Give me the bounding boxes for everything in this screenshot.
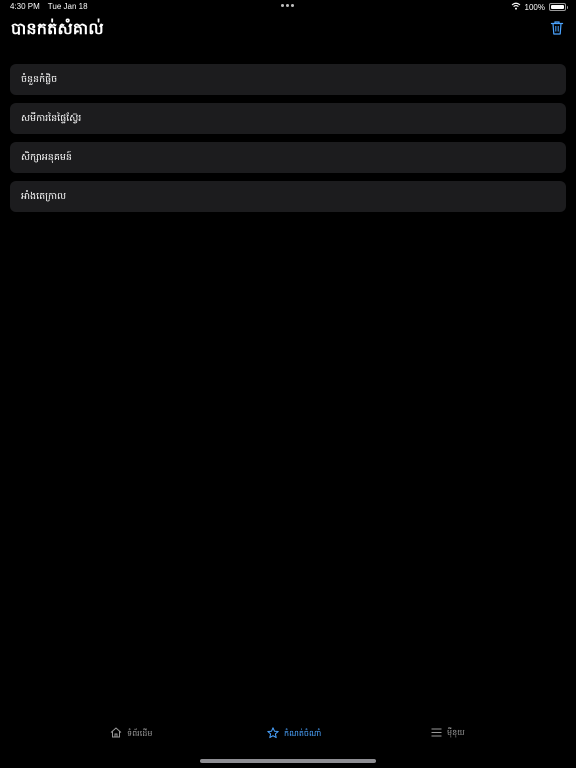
- status-bar: 4:30 PM Tue Jan 18 100%: [0, 0, 576, 14]
- home-indicator[interactable]: [200, 759, 376, 763]
- tab-menu[interactable]: ម៉ឺនុយ: [431, 727, 465, 739]
- tab-menu-label: ម៉ឺនុយ: [447, 728, 465, 737]
- multitasking-dots[interactable]: [281, 4, 294, 7]
- tab-bar: ទំព័រដើម កំណត់ចំណាំ ម៉ឺនុយ: [0, 718, 576, 768]
- battery-icon: [549, 3, 568, 11]
- dot: [281, 4, 284, 7]
- status-date: Tue Jan 18: [47, 2, 88, 11]
- status-time: 4:30 PM: [10, 2, 40, 11]
- status-left: 4:30 PM Tue Jan 18: [10, 2, 88, 11]
- tab-home[interactable]: ទំព័រដើម: [110, 727, 152, 740]
- bookmark-list: ចំនួនកំផ្លិច សមីការនៃផ្ទៃស្វ៊ែរ សិក្សាអន…: [10, 64, 566, 220]
- page-title: បានកត់សំគាល់: [11, 19, 104, 38]
- list-item-label: សមីការនៃផ្ទៃស្វ៊ែរ: [21, 112, 82, 124]
- list-item[interactable]: ចំនួនកំផ្លិច: [10, 64, 566, 95]
- star-icon: [267, 727, 279, 741]
- battery-percent: 100%: [524, 2, 545, 12]
- list-item[interactable]: សមីការនៃផ្ទៃស្វ៊ែរ: [10, 103, 566, 134]
- list-item[interactable]: អាំងតេក្រាល: [10, 181, 566, 212]
- header: បានកត់សំគាល់: [0, 14, 576, 54]
- bookmarks-screen: 4:30 PM Tue Jan 18 100% បានកត់សំគាល់ ចំន…: [0, 0, 576, 768]
- status-right: 100%: [511, 2, 568, 12]
- dot: [286, 4, 289, 7]
- tab-bookmarks-label: កំណត់ចំណាំ: [284, 729, 322, 738]
- tab-bookmarks[interactable]: កំណត់ចំណាំ: [267, 727, 321, 741]
- tab-home-label: ទំព័រដើម: [127, 728, 153, 738]
- menu-icon: [431, 728, 442, 739]
- list-item-label: អាំងតេក្រាល: [21, 190, 67, 202]
- home-icon: [110, 727, 122, 740]
- trash-icon[interactable]: [550, 20, 566, 38]
- list-item[interactable]: សិក្សាអនុគមន៍: [10, 142, 566, 173]
- wifi-icon: [511, 2, 521, 12]
- list-item-label: សិក្សាអនុគមន៍: [21, 151, 72, 163]
- list-item-label: ចំនួនកំផ្លិច: [21, 73, 58, 85]
- battery-fill: [551, 5, 564, 9]
- dot: [291, 4, 294, 7]
